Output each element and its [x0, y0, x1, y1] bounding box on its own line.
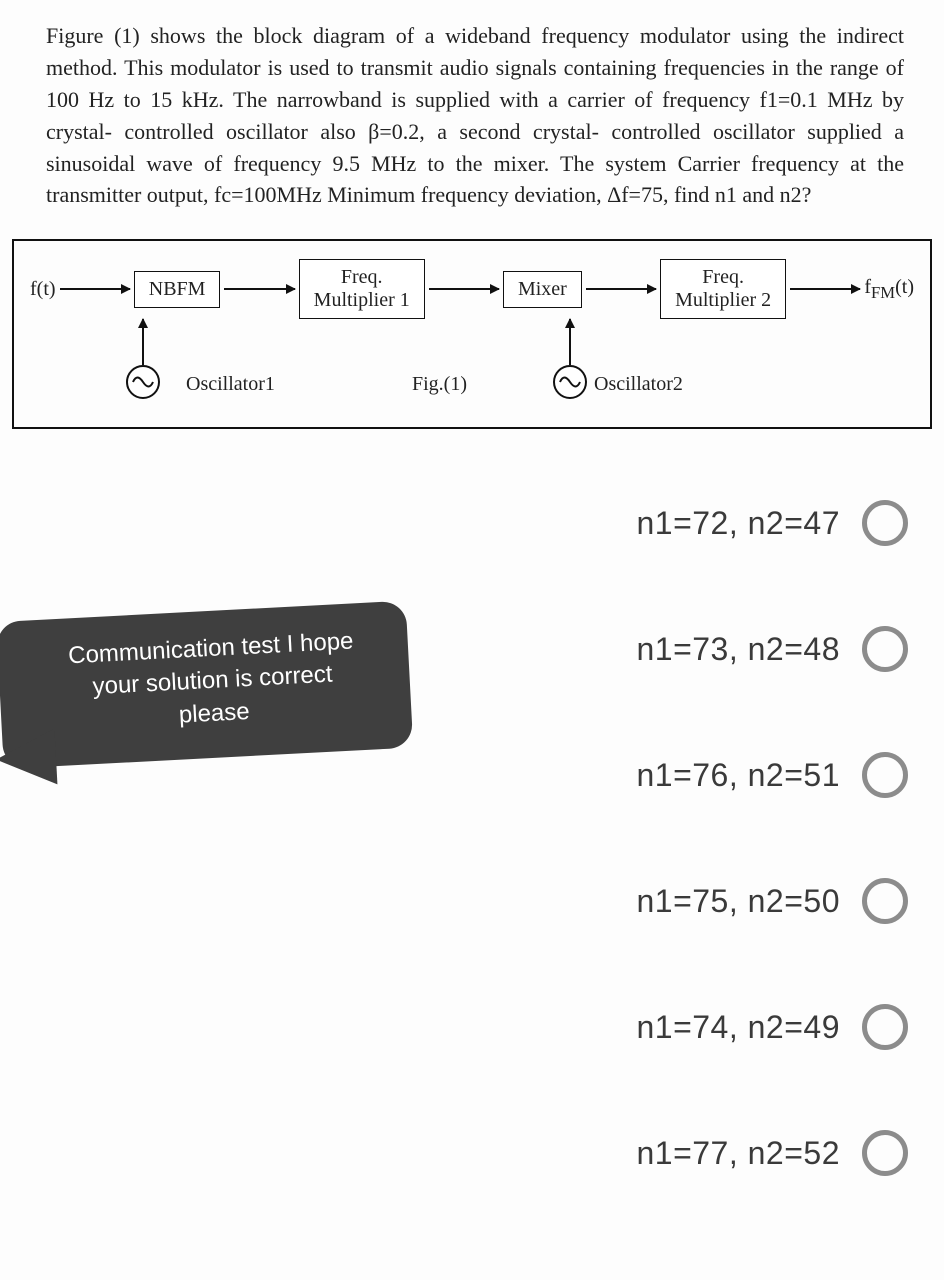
- input-label: f(t): [30, 278, 56, 301]
- block-diagram: f(t) NBFM Freq. Multiplier 1 Mixer Freq.…: [12, 239, 932, 429]
- oscillator-row: Oscillator1 Fig.(1) Oscillator2: [24, 319, 920, 409]
- mixer-block: Mixer: [503, 271, 582, 308]
- option-label: n1=73, n2=48: [636, 631, 840, 668]
- option-label: n1=76, n2=51: [636, 757, 840, 794]
- option-row[interactable]: n1=75, n2=50: [0, 878, 908, 924]
- option-label: n1=75, n2=50: [636, 883, 840, 920]
- arrow-icon: [60, 288, 130, 290]
- arrow-icon: [586, 288, 656, 290]
- radio-icon[interactable]: [862, 626, 908, 672]
- option-label: n1=77, n2=52: [636, 1135, 840, 1172]
- radio-icon[interactable]: [862, 1130, 908, 1176]
- figure-label: Fig.(1): [412, 373, 467, 396]
- oscillator1-label: Oscillator1: [186, 373, 275, 396]
- option-row[interactable]: n1=74, n2=49: [0, 1004, 908, 1050]
- block-label-line: Multiplier 2: [675, 289, 771, 311]
- option-row[interactable]: n1=73, n2=48: [0, 626, 908, 672]
- radio-icon[interactable]: [862, 752, 908, 798]
- options-list: n1=72, n2=47 n1=73, n2=48 n1=76, n2=51 n…: [0, 500, 944, 1256]
- option-label: n1=74, n2=49: [636, 1009, 840, 1046]
- option-row[interactable]: n1=76, n2=51: [0, 752, 908, 798]
- radio-icon[interactable]: [862, 1004, 908, 1050]
- oscillator-icon: [126, 365, 160, 399]
- option-row[interactable]: n1=77, n2=52: [0, 1130, 908, 1176]
- arrow-icon: [224, 288, 294, 290]
- option-label: n1=72, n2=47: [636, 505, 840, 542]
- option-row[interactable]: n1=72, n2=47: [0, 500, 908, 546]
- arrow-icon: [429, 288, 499, 290]
- block-label-line: Freq.: [702, 266, 744, 288]
- output-label: fFM(t): [864, 276, 914, 303]
- arrow-icon: [790, 288, 860, 290]
- connector-line: [142, 319, 144, 365]
- diagram-main-row: f(t) NBFM Freq. Multiplier 1 Mixer Freq.…: [24, 259, 920, 319]
- radio-icon[interactable]: [862, 500, 908, 546]
- oscillator2-label: Oscillator2: [594, 373, 683, 396]
- oscillator-icon: [553, 365, 587, 399]
- radio-icon[interactable]: [862, 878, 908, 924]
- multiplier2-block: Freq. Multiplier 2: [660, 259, 786, 319]
- multiplier1-block: Freq. Multiplier 1: [299, 259, 425, 319]
- block-label-line: Freq.: [341, 266, 383, 288]
- nbfm-block: NBFM: [134, 271, 221, 308]
- block-label-line: Multiplier 1: [314, 289, 410, 311]
- question-text: Figure (1) shows the block diagram of a …: [0, 0, 944, 221]
- connector-line: [569, 319, 571, 365]
